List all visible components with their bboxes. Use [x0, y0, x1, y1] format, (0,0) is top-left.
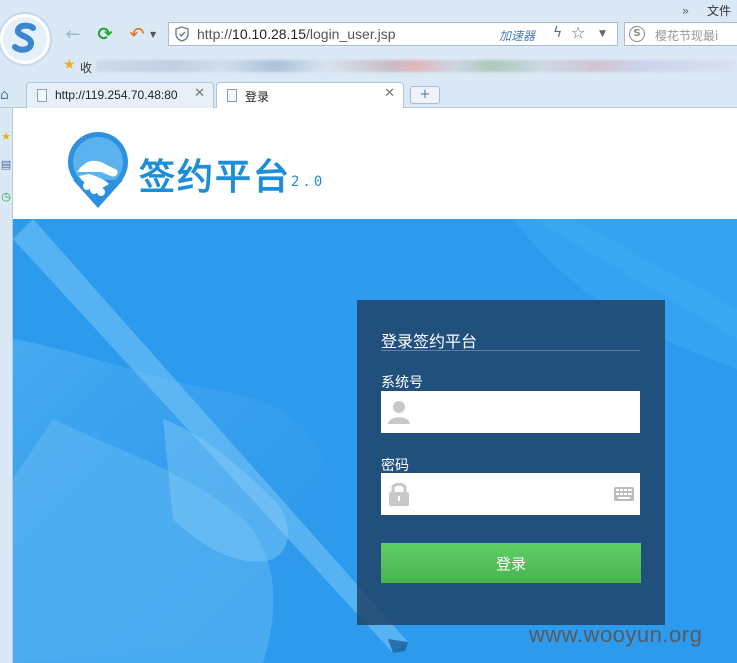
- address-dropdown-icon[interactable]: ▼: [599, 29, 606, 39]
- more-chevron-icon[interactable]: »: [682, 4, 689, 18]
- tab-label: 登录: [245, 90, 270, 104]
- tab-bar: ⌂ http://119.254.70.48:80 ✕ 登录 ✕ +: [0, 80, 737, 108]
- login-button[interactable]: 登录: [381, 543, 641, 583]
- url-path: /login_user.jsp: [306, 26, 396, 42]
- handshake-logo-icon: [68, 132, 128, 208]
- top-right-menu: » 文件: [682, 2, 731, 19]
- tab-label: http://119.254.70.48:80: [55, 88, 178, 102]
- favorites-star-icon[interactable]: ★: [63, 57, 76, 73]
- page-header: 签约平台 2.0: [13, 108, 737, 219]
- tab-remote-url[interactable]: http://119.254.70.48:80 ✕: [26, 82, 214, 108]
- new-tab-button[interactable]: +: [410, 86, 440, 104]
- watermark: www.wooyun.org: [529, 622, 703, 647]
- clock-sidebar-icon[interactable]: ◷: [0, 190, 12, 203]
- undo-icon[interactable]: ↶: [126, 24, 148, 46]
- star-icon[interactable]: ☆: [571, 23, 585, 42]
- shield-icon: [175, 26, 189, 42]
- url-host: 10.10.28.15: [232, 26, 306, 42]
- browser-chrome: » 文件 ← ⟳ ↶ ▼ http://10.10.28.15/login_us…: [0, 0, 737, 108]
- favorites-sidebar-icon[interactable]: ★: [0, 130, 12, 143]
- page-content: 签约平台 2.0 登录签约平台 系统号 密码 登录 www.wooyun.org: [13, 108, 737, 663]
- bookmarks-bar: ★ 收: [0, 54, 737, 78]
- password-field[interactable]: [381, 473, 640, 515]
- search-engine-icon[interactable]: S: [629, 26, 645, 42]
- address-bar[interactable]: http://10.10.28.15/login_user.jsp 加速器 ϟ …: [168, 22, 618, 46]
- favorites-label[interactable]: 收: [80, 59, 92, 76]
- search-box[interactable]: S 樱花节现最i: [624, 22, 737, 46]
- login-title: 登录签约平台: [381, 332, 478, 351]
- logo-version: 2.0: [291, 174, 326, 190]
- system-number-field[interactable]: [381, 391, 640, 433]
- close-icon[interactable]: ✕: [384, 86, 395, 101]
- close-icon[interactable]: ✕: [194, 86, 205, 101]
- search-placeholder: 樱花节现最i: [655, 29, 719, 43]
- refresh-icon[interactable]: ⟳: [94, 24, 116, 46]
- file-menu[interactable]: 文件: [707, 4, 731, 18]
- back-arrow-icon[interactable]: ←: [62, 24, 84, 46]
- keyboard-icon[interactable]: [614, 487, 634, 501]
- password-label: 密码: [381, 458, 409, 474]
- page-icon: [37, 89, 47, 102]
- home-icon[interactable]: ⌂: [0, 87, 9, 103]
- browser-sidebar: ★ ▤ ◷: [0, 108, 13, 663]
- undo-dropdown-icon[interactable]: ▼: [150, 30, 156, 39]
- user-icon: [388, 401, 410, 424]
- notes-sidebar-icon[interactable]: ▤: [0, 158, 12, 171]
- system-number-input[interactable]: [421, 391, 601, 433]
- lock-icon: [389, 482, 409, 506]
- divider: [381, 350, 640, 351]
- logo-title: 签约平台: [139, 157, 292, 198]
- tab-login[interactable]: 登录 ✕: [216, 82, 404, 108]
- url-text[interactable]: http://10.10.28.15/login_user.jsp: [197, 26, 396, 42]
- blurred-bookmarks: [96, 60, 736, 72]
- system-number-label: 系统号: [381, 375, 423, 391]
- url-prefix: http://: [197, 26, 233, 42]
- login-panel: 登录签约平台 系统号 密码 登录: [357, 300, 665, 625]
- password-input[interactable]: [421, 473, 601, 515]
- lightning-icon[interactable]: ϟ: [553, 25, 562, 41]
- page-icon: [227, 89, 237, 102]
- accelerator-button[interactable]: 加速器: [499, 27, 535, 44]
